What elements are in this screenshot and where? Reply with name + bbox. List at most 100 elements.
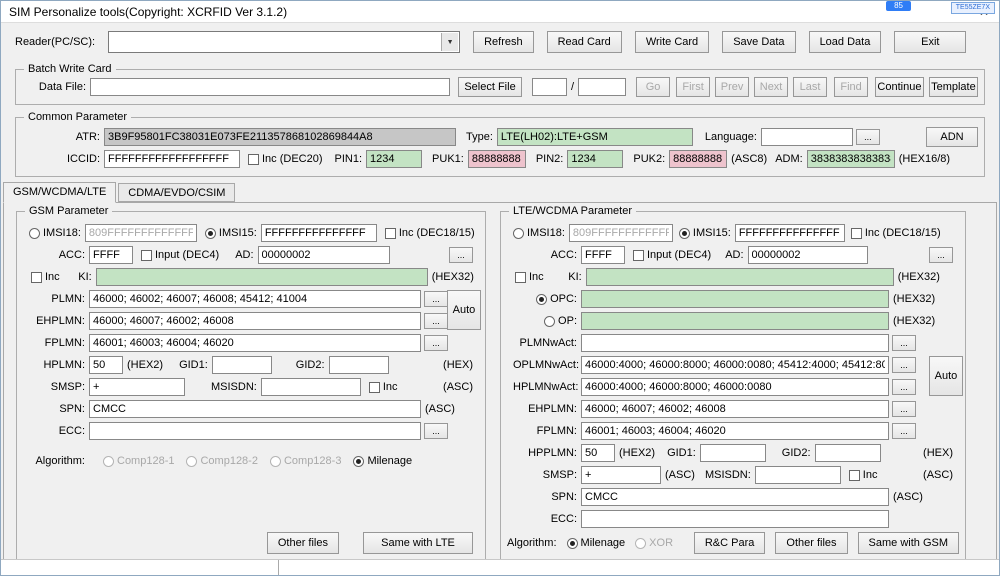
lte-ehplmn-browse-button[interactable]: ... [892,401,916,417]
load-data-button[interactable]: Load Data [809,31,882,53]
next-button[interactable]: Next [754,77,788,97]
lte-opc-input[interactable] [581,290,889,308]
lte-ad-browse-button[interactable]: ... [929,247,953,263]
data-file-input[interactable] [90,78,450,96]
first-button[interactable]: First [676,77,710,97]
iccid-input[interactable] [104,150,240,168]
gsm-msisdn-input[interactable] [261,378,361,396]
gsm-plmn-browse-button[interactable]: ... [424,291,448,307]
lte-acc-input[interactable] [581,246,625,264]
lte-hpplmn-input[interactable] [581,444,615,462]
lte-plmnwact-browse-button[interactable]: ... [892,335,916,351]
gsm-imsi15-radio[interactable] [205,228,216,239]
lte-imsi15-input[interactable] [735,224,845,242]
write-card-button[interactable]: Write Card [635,31,709,53]
lte-auto-button[interactable]: Auto [929,356,963,396]
record-total-input[interactable] [578,78,626,96]
lte-op-input[interactable] [581,312,889,330]
dropdown-arrow-icon[interactable]: ▼ [441,33,458,51]
lte-hplmnwact-browse-button[interactable]: ... [892,379,916,395]
gsm-ecc-browse-button[interactable]: ... [424,423,448,439]
gsm-fplmn-browse-button[interactable]: ... [424,335,448,351]
lte-msisdn-inc-checkbox[interactable] [849,470,860,481]
lte-gid1-input[interactable] [700,444,766,462]
lte-imsi15-radio[interactable] [679,228,690,239]
gsm-smsp-input[interactable] [89,378,185,396]
find-button[interactable]: Find [834,77,868,97]
exit-button[interactable]: Exit [894,31,966,53]
gsm-fplmn-input[interactable] [89,334,421,352]
adm-input[interactable] [807,150,895,168]
gsm-imsi18-radio[interactable] [29,228,40,239]
lte-fplmn-browse-button[interactable]: ... [892,423,916,439]
lte-oplmnwact-input[interactable] [581,356,889,374]
read-card-button[interactable]: Read Card [547,31,622,53]
puk2-input[interactable] [669,150,727,168]
gsm-imsi-inc-checkbox[interactable] [385,228,396,239]
pin2-input[interactable] [567,150,623,168]
gsm-auto-button[interactable]: Auto [447,290,481,330]
gsm-spn-input[interactable] [89,400,421,418]
lte-other-files-button[interactable]: Other files [775,532,847,554]
lte-ki-inc-checkbox[interactable] [515,272,526,283]
refresh-button[interactable]: Refresh [473,31,534,53]
gsm-same-with-lte-button[interactable]: Same with LTE [363,532,473,554]
gsm-plmn-input[interactable] [89,290,421,308]
language-input[interactable] [761,128,853,146]
template-button[interactable]: Template [929,77,978,97]
gsm-ki-inc-checkbox[interactable] [31,272,42,283]
tab-cdma-evdo-csim[interactable]: CDMA/EVDO/CSIM [118,183,235,202]
gsm-ecc-input[interactable] [89,422,421,440]
gsm-other-files-button[interactable]: Other files [267,532,339,554]
gsm-acc-input-dec4-checkbox[interactable] [141,250,152,261]
lte-ehplmn-input[interactable] [581,400,889,418]
lte-same-with-gsm-button[interactable]: Same with GSM [858,532,959,554]
gsm-gid2-input[interactable] [329,356,389,374]
go-button[interactable]: Go [636,77,670,97]
select-file-button[interactable]: Select File [458,77,522,97]
lte-oplmnwact-browse-button[interactable]: ... [892,357,916,373]
reader-select[interactable]: ▼ [108,31,460,53]
gsm-ki-input[interactable] [96,268,428,286]
lte-opc-radio[interactable] [536,294,547,305]
lte-gid2-input[interactable] [815,444,881,462]
lte-acc-input-dec4-checkbox[interactable] [633,250,644,261]
pin1-input[interactable] [366,150,422,168]
save-data-button[interactable]: Save Data [722,31,795,53]
gsm-ehplmn-browse-button[interactable]: ... [424,313,448,329]
gsm-ehplmn-input[interactable] [89,312,421,330]
gsm-comp128-2-radio[interactable] [186,456,197,467]
last-button[interactable]: Last [793,77,827,97]
gsm-imsi15-input[interactable] [261,224,377,242]
lte-msisdn-input[interactable] [755,466,841,484]
gsm-comp128-3-radio[interactable] [270,456,281,467]
lte-ad-input[interactable] [748,246,868,264]
lte-imsi18-radio[interactable] [513,228,524,239]
lte-ki-input[interactable] [586,268,894,286]
lte-smsp-input[interactable] [581,466,661,484]
lte-xor-radio[interactable] [635,538,646,549]
puk1-input[interactable] [468,150,526,168]
gsm-milenage-radio[interactable] [353,456,364,467]
lte-hplmnwact-input[interactable] [581,378,889,396]
adn-button[interactable]: ADN [926,127,978,147]
gsm-imsi18-input[interactable] [85,224,197,242]
lte-rc-para-button[interactable]: R&C Para [694,532,766,554]
prev-button[interactable]: Prev [715,77,749,97]
language-browse-button[interactable]: ... [856,129,880,145]
gsm-acc-input[interactable] [89,246,133,264]
iccid-inc-checkbox[interactable] [248,154,259,165]
lte-imsi-inc-checkbox[interactable] [851,228,862,239]
record-index-input[interactable] [532,78,567,96]
gsm-comp128-1-radio[interactable] [103,456,114,467]
lte-ecc-input[interactable] [581,510,889,528]
gsm-hplmn-input[interactable] [89,356,123,374]
lte-spn-input[interactable] [581,488,889,506]
lte-imsi18-input[interactable] [569,224,673,242]
lte-milenage-radio[interactable] [567,538,578,549]
continue-button[interactable]: Continue [875,77,924,97]
lte-op-radio[interactable] [544,316,555,327]
gsm-gid1-input[interactable] [212,356,272,374]
lte-fplmn-input[interactable] [581,422,889,440]
gsm-ad-browse-button[interactable]: ... [449,247,473,263]
